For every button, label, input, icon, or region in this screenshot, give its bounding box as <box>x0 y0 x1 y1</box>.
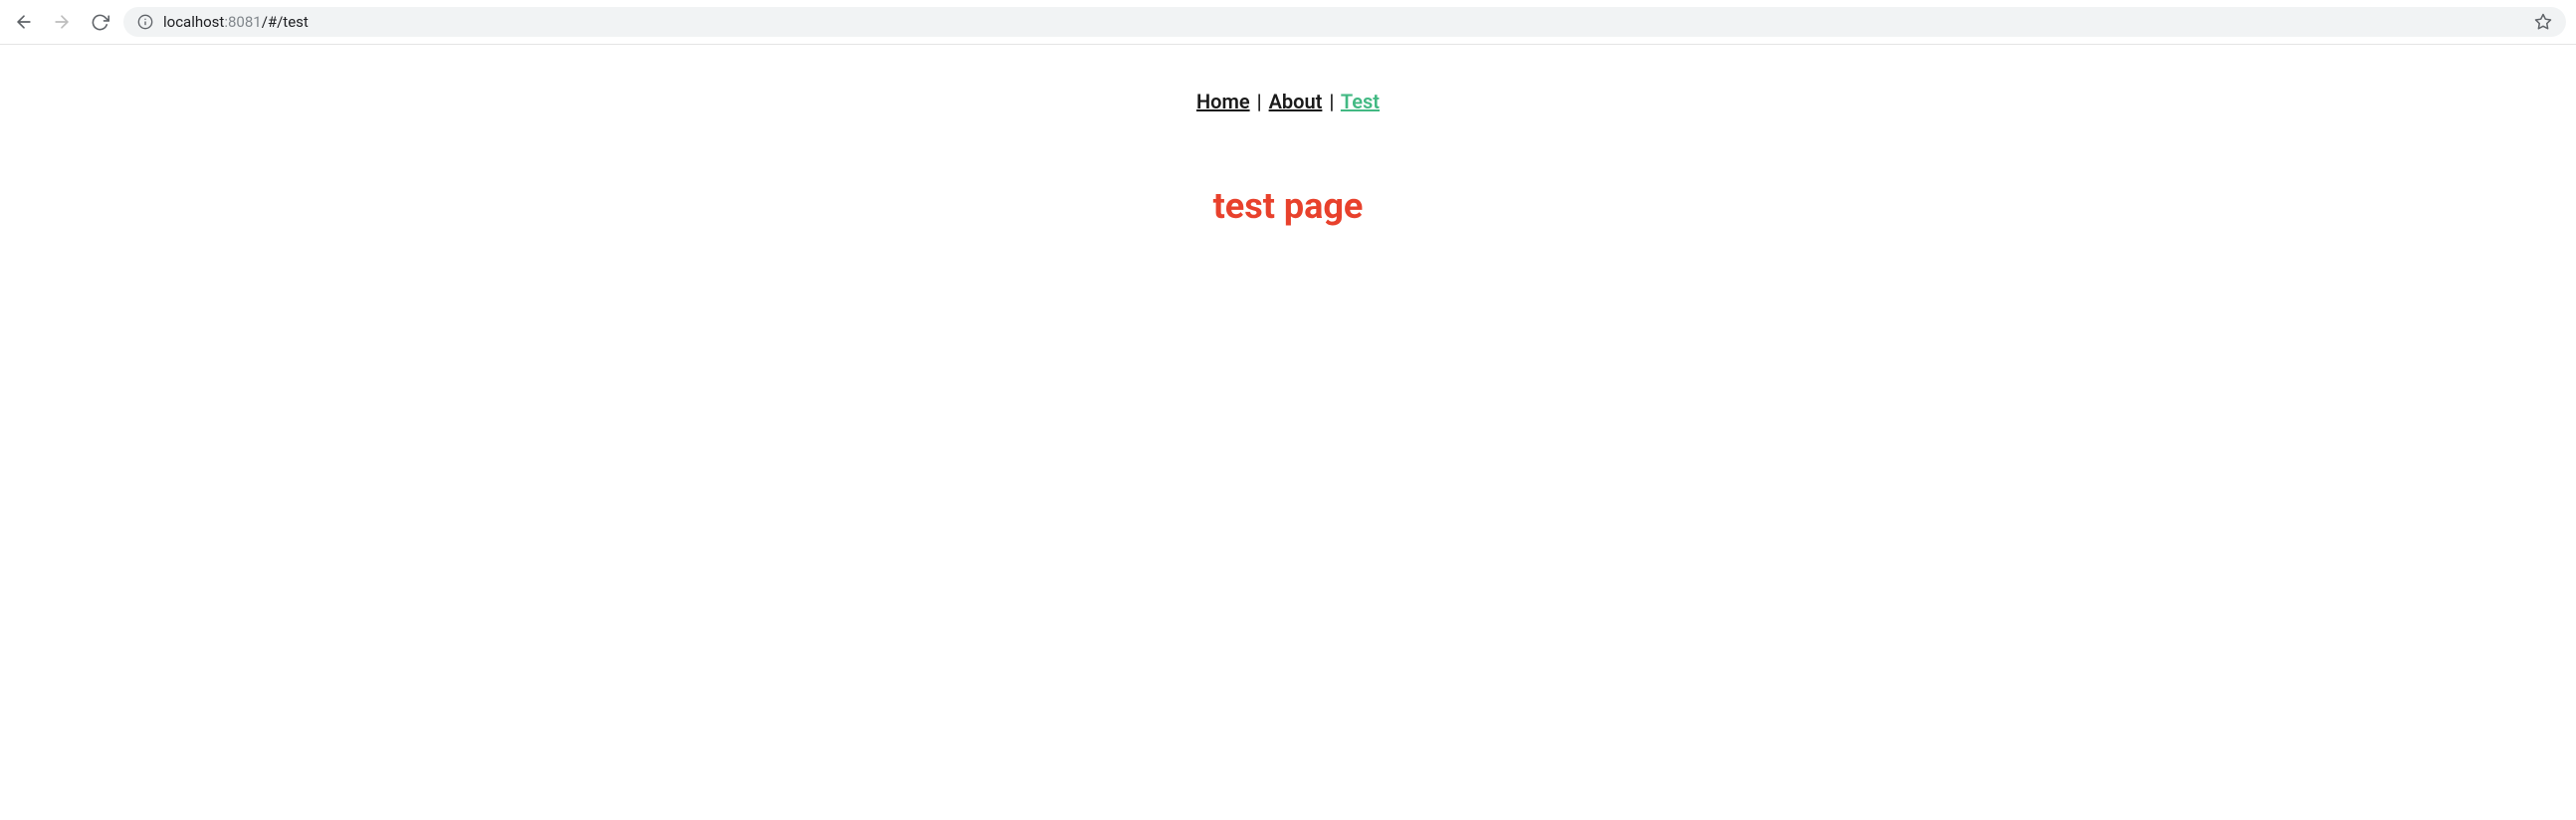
nav-link-about[interactable]: About <box>1269 90 1323 113</box>
url-host: localhost <box>163 13 224 31</box>
forward-button[interactable] <box>48 8 76 36</box>
url-port: :8081 <box>224 13 261 31</box>
star-icon <box>2534 13 2552 31</box>
browser-toolbar: localhost:8081/#/test <box>0 0 2576 45</box>
site-info-button[interactable] <box>137 14 153 30</box>
reload-button[interactable] <box>86 8 113 36</box>
arrow-right-icon <box>52 12 72 32</box>
nav-separator: | <box>1257 90 1262 113</box>
address-bar[interactable]: localhost:8081/#/test <box>123 7 2566 37</box>
url-text: localhost:8081/#/test <box>163 13 2524 31</box>
nav-link-test[interactable]: Test <box>1341 90 1380 113</box>
nav-link-home[interactable]: Home <box>1196 90 1250 113</box>
page-heading: test page <box>0 185 2576 227</box>
arrow-left-icon <box>14 12 34 32</box>
page-content: Home | About | Test test page <box>0 45 2576 227</box>
info-icon <box>137 14 153 30</box>
url-path: /#/test <box>262 13 309 31</box>
back-button[interactable] <box>10 8 38 36</box>
nav-separator: | <box>1329 90 1334 113</box>
bookmark-button[interactable] <box>2534 13 2552 31</box>
nav-links: Home | About | Test <box>0 90 2576 113</box>
reload-icon <box>91 13 109 32</box>
